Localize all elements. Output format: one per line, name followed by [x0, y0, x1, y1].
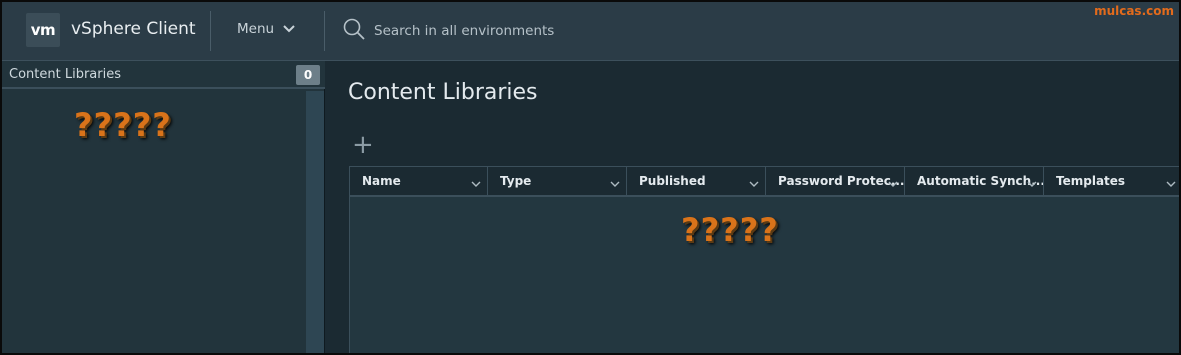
column-label: Published: [639, 174, 706, 188]
column-label: Templates: [1056, 174, 1126, 188]
column-header-type[interactable]: Type: [488, 167, 627, 195]
column-header-password-protected[interactable]: Password Protec...: [766, 167, 905, 195]
global-search[interactable]: Search in all environments: [342, 18, 762, 44]
top-header: vm vSphere Client Menu Search in all env…: [2, 2, 1179, 61]
header-divider: [210, 11, 211, 51]
chevron-down-icon[interactable]: [1027, 177, 1037, 191]
app-window: vm vSphere Client Menu Search in all env…: [0, 0, 1181, 355]
main-content: Content Libraries + Name Type Published …: [326, 61, 1179, 353]
column-label: Type: [500, 174, 532, 188]
navigator-scrollbar[interactable]: [306, 91, 324, 353]
search-icon: [342, 17, 366, 45]
column-header-published[interactable]: Published: [627, 167, 766, 195]
chevron-down-icon[interactable]: [749, 177, 759, 191]
header-divider: [324, 11, 325, 51]
app-title[interactable]: vSphere Client: [71, 19, 196, 39]
watermark: mulcas.com: [1094, 4, 1174, 18]
libraries-datagrid: Name Type Published Password Protec... A…: [349, 166, 1179, 353]
left-navigator-panel: Content Libraries 0 ?????: [2, 61, 325, 353]
menu-label: Menu: [237, 21, 275, 37]
chevron-down-icon[interactable]: [610, 177, 620, 191]
chevron-down-icon[interactable]: [471, 177, 481, 191]
menu-dropdown[interactable]: Menu: [237, 21, 296, 37]
search-input[interactable]: Search in all environments: [374, 23, 554, 39]
navigator-title: Content Libraries: [9, 67, 121, 82]
chevron-down-icon[interactable]: [1166, 177, 1176, 191]
column-header-templates[interactable]: Templates: [1044, 167, 1179, 195]
page-title: Content Libraries: [348, 80, 538, 105]
column-label: Password Protec...: [778, 174, 904, 188]
add-library-button[interactable]: +: [352, 132, 374, 158]
placeholder-question-marks: ?????: [681, 211, 779, 249]
placeholder-question-marks: ?????: [74, 106, 172, 144]
datagrid-header: Name Type Published Password Protec... A…: [350, 167, 1179, 197]
count-badge: 0: [296, 65, 320, 85]
column-label: Automatic Synch...: [917, 174, 1043, 188]
column-header-automatic-sync[interactable]: Automatic Synch...: [905, 167, 1044, 195]
chevron-down-icon[interactable]: [888, 177, 898, 191]
navigator-header: Content Libraries 0: [2, 61, 325, 89]
column-header-name[interactable]: Name: [350, 167, 488, 195]
vmware-logo[interactable]: vm: [26, 13, 60, 47]
chevron-down-icon: [282, 24, 296, 34]
column-label: Name: [362, 174, 401, 188]
